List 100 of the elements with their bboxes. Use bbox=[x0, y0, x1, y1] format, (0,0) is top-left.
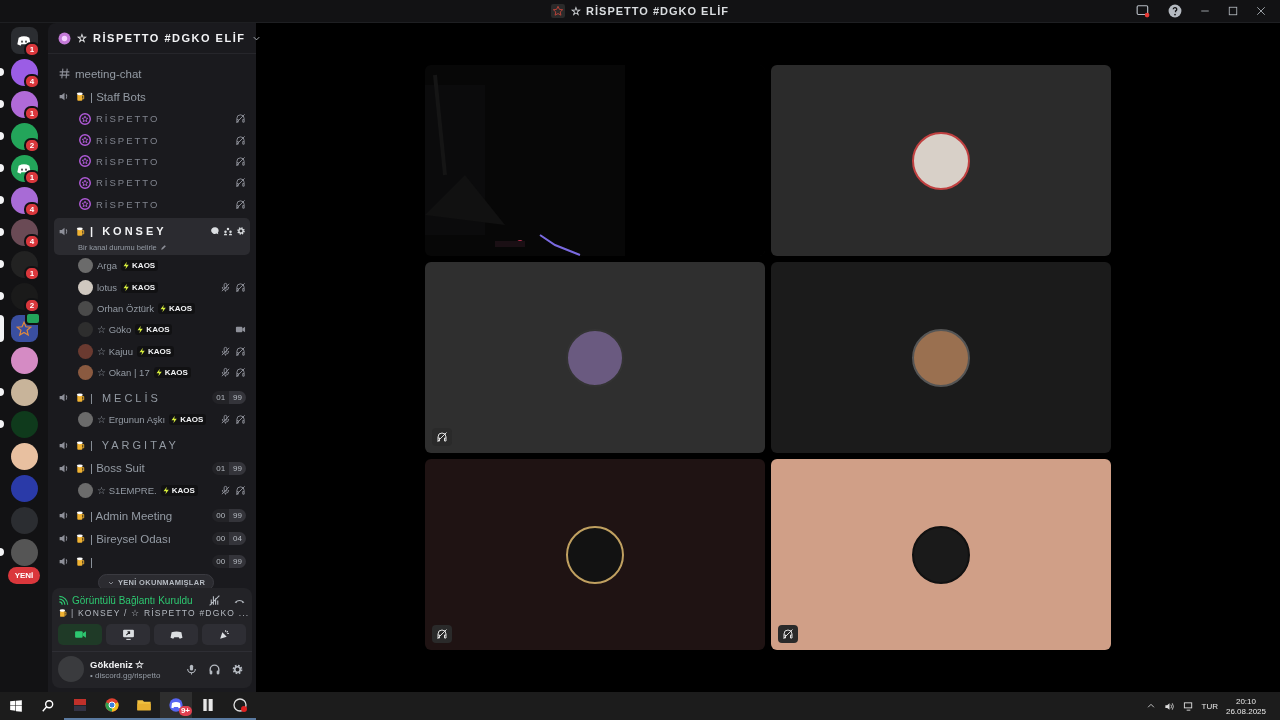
member-tag: KAOS bbox=[153, 367, 191, 379]
voice-channel[interactable]: | Bireysel Odası 00 04 bbox=[54, 527, 250, 551]
beer-mug-icon bbox=[75, 533, 86, 545]
settings-icon[interactable] bbox=[231, 662, 244, 676]
language-indicator[interactable]: TUR bbox=[1201, 701, 1218, 711]
bot-member[interactable]: RİSPETTO bbox=[54, 150, 250, 173]
beer-mug-icon bbox=[75, 392, 86, 404]
notification-badge: 1 bbox=[24, 42, 40, 57]
voice-channel[interactable]: | Admin Meeting 00 99 bbox=[54, 504, 250, 528]
member-avatar bbox=[78, 412, 93, 428]
clock-date[interactable]: 26.08.2025 bbox=[1225, 706, 1266, 716]
camera-button[interactable] bbox=[58, 624, 102, 645]
server-icon[interactable] bbox=[10, 443, 38, 470]
bot-avatar-icon bbox=[78, 197, 92, 212]
headphones-off-icon bbox=[436, 628, 448, 640]
lightning-icon bbox=[161, 485, 171, 495]
browser-icon bbox=[104, 697, 120, 713]
video-tile[interactable] bbox=[425, 459, 765, 650]
video-tile[interactable] bbox=[771, 459, 1111, 650]
bot-member[interactable]: RİSPETTO bbox=[54, 193, 250, 215]
voice-channel[interactable]: | 00 99 bbox=[54, 550, 250, 574]
video-tile[interactable] bbox=[771, 262, 1111, 453]
voice-channel[interactable]: | KONSEY bbox=[54, 219, 250, 243]
chevron-up-icon[interactable] bbox=[1145, 701, 1156, 711]
help-icon[interactable] bbox=[1168, 4, 1182, 18]
signal-icon bbox=[58, 595, 69, 606]
voice-location[interactable]: | KONSEY / ☆ RİSPETTO #DGKO ... bbox=[71, 608, 250, 618]
chat-icon[interactable] bbox=[210, 226, 220, 237]
maximize-icon[interactable] bbox=[1228, 6, 1238, 16]
voice-channel[interactable]: | MECLİS 01 99 bbox=[54, 386, 250, 410]
volume-icon[interactable] bbox=[1163, 700, 1175, 712]
video-tile[interactable] bbox=[771, 65, 1111, 256]
close-icon[interactable] bbox=[1256, 6, 1266, 16]
settings-icon[interactable] bbox=[236, 226, 246, 237]
voice-member[interactable]: ☆ Okan | 17 KAOS bbox=[54, 361, 250, 384]
text-channel[interactable]: meeting-chat bbox=[54, 62, 250, 85]
voice-channel[interactable]: | Staff Bots bbox=[54, 85, 250, 108]
connection-status: Görüntülü Bağlantı Kuruldu bbox=[72, 595, 193, 606]
member-avatar bbox=[78, 482, 93, 498]
taskbar-app[interactable]: 9+ bbox=[160, 692, 192, 720]
voice-member[interactable]: ☆ Kajuu KAOS bbox=[54, 340, 250, 362]
lightning-icon bbox=[137, 346, 147, 356]
folder-icon bbox=[136, 697, 152, 713]
member-tag: KAOS bbox=[121, 281, 159, 293]
voice-member[interactable]: Orhan Öztürk KAOS bbox=[54, 297, 250, 320]
window-title: ☆ RİSPETTO #DGKO ELİF bbox=[571, 4, 729, 18]
username: Gökdeniz ☆ bbox=[90, 658, 146, 670]
beer-mug-icon bbox=[75, 439, 86, 451]
screen-share-icon bbox=[121, 628, 135, 641]
member-tag: KAOS bbox=[158, 302, 196, 314]
hash-icon bbox=[58, 67, 71, 80]
new-unread-button[interactable]: YENİ bbox=[7, 567, 41, 584]
server-icon[interactable] bbox=[10, 379, 38, 406]
notification-badge: 1 bbox=[24, 266, 40, 281]
clock-time[interactable]: 20:10 bbox=[1235, 696, 1256, 706]
noise-suppression-icon[interactable] bbox=[208, 594, 221, 607]
soundboard-icon bbox=[217, 628, 231, 641]
bot-avatar-icon bbox=[78, 133, 92, 148]
inbox-icon[interactable] bbox=[1136, 4, 1150, 18]
network-icon[interactable] bbox=[1182, 700, 1194, 712]
bot-member[interactable]: RİSPETTO bbox=[54, 108, 250, 130]
user-status: • discord.gg/rispetto bbox=[90, 670, 162, 680]
member-tag: KAOS bbox=[135, 324, 173, 336]
microphone-icon[interactable] bbox=[185, 662, 198, 676]
beer-mug-icon bbox=[75, 556, 86, 568]
headphones-icon[interactable] bbox=[208, 662, 221, 676]
star-icon bbox=[15, 319, 33, 338]
bot-member[interactable]: RİSPETTO bbox=[54, 129, 250, 151]
video-tile[interactable] bbox=[425, 262, 765, 453]
voice-channel[interactable]: | Boss Suit 01 99 bbox=[54, 456, 250, 480]
activity-button[interactable] bbox=[154, 624, 198, 645]
bot-member[interactable]: RİSPETTO bbox=[54, 172, 250, 194]
voice-member[interactable]: ☆ Ergunun Aşkı KAOS bbox=[54, 409, 250, 431]
notification-badge: 4 bbox=[24, 202, 40, 217]
voice-member[interactable]: lotus KAOS bbox=[54, 276, 250, 298]
participant-avatar bbox=[912, 525, 970, 584]
member-avatar bbox=[78, 279, 93, 295]
screen-share-button[interactable] bbox=[106, 624, 150, 645]
recorder-icon bbox=[232, 697, 248, 713]
notification-badge: 4 bbox=[24, 74, 40, 89]
member-tag: KAOS bbox=[121, 260, 159, 272]
participant-avatar bbox=[912, 131, 970, 190]
soundboard-button[interactable] bbox=[202, 624, 246, 645]
voice-channel[interactable]: | YARGITAY bbox=[54, 433, 250, 457]
beer-mug-icon bbox=[75, 462, 86, 474]
server-logo-icon bbox=[58, 31, 71, 45]
voice-member[interactable]: ☆ S1EMPRE. KAOS bbox=[54, 479, 250, 502]
star-icon bbox=[551, 4, 566, 18]
beer-mug-icon bbox=[58, 608, 68, 618]
speaker-icon bbox=[58, 90, 71, 103]
notification-badge: 1 bbox=[24, 106, 40, 121]
voice-member[interactable]: Arga KAOS bbox=[54, 254, 250, 277]
people-icon[interactable] bbox=[223, 226, 233, 237]
notification-badge: 4 bbox=[24, 234, 40, 249]
member-avatar bbox=[78, 343, 93, 359]
voice-member[interactable]: ☆ Göko KAOS bbox=[54, 319, 250, 341]
server-icon[interactable] bbox=[10, 347, 38, 374]
pencil-icon bbox=[159, 244, 167, 252]
headphones-off-icon bbox=[436, 431, 448, 443]
app-icon bbox=[200, 697, 216, 713]
